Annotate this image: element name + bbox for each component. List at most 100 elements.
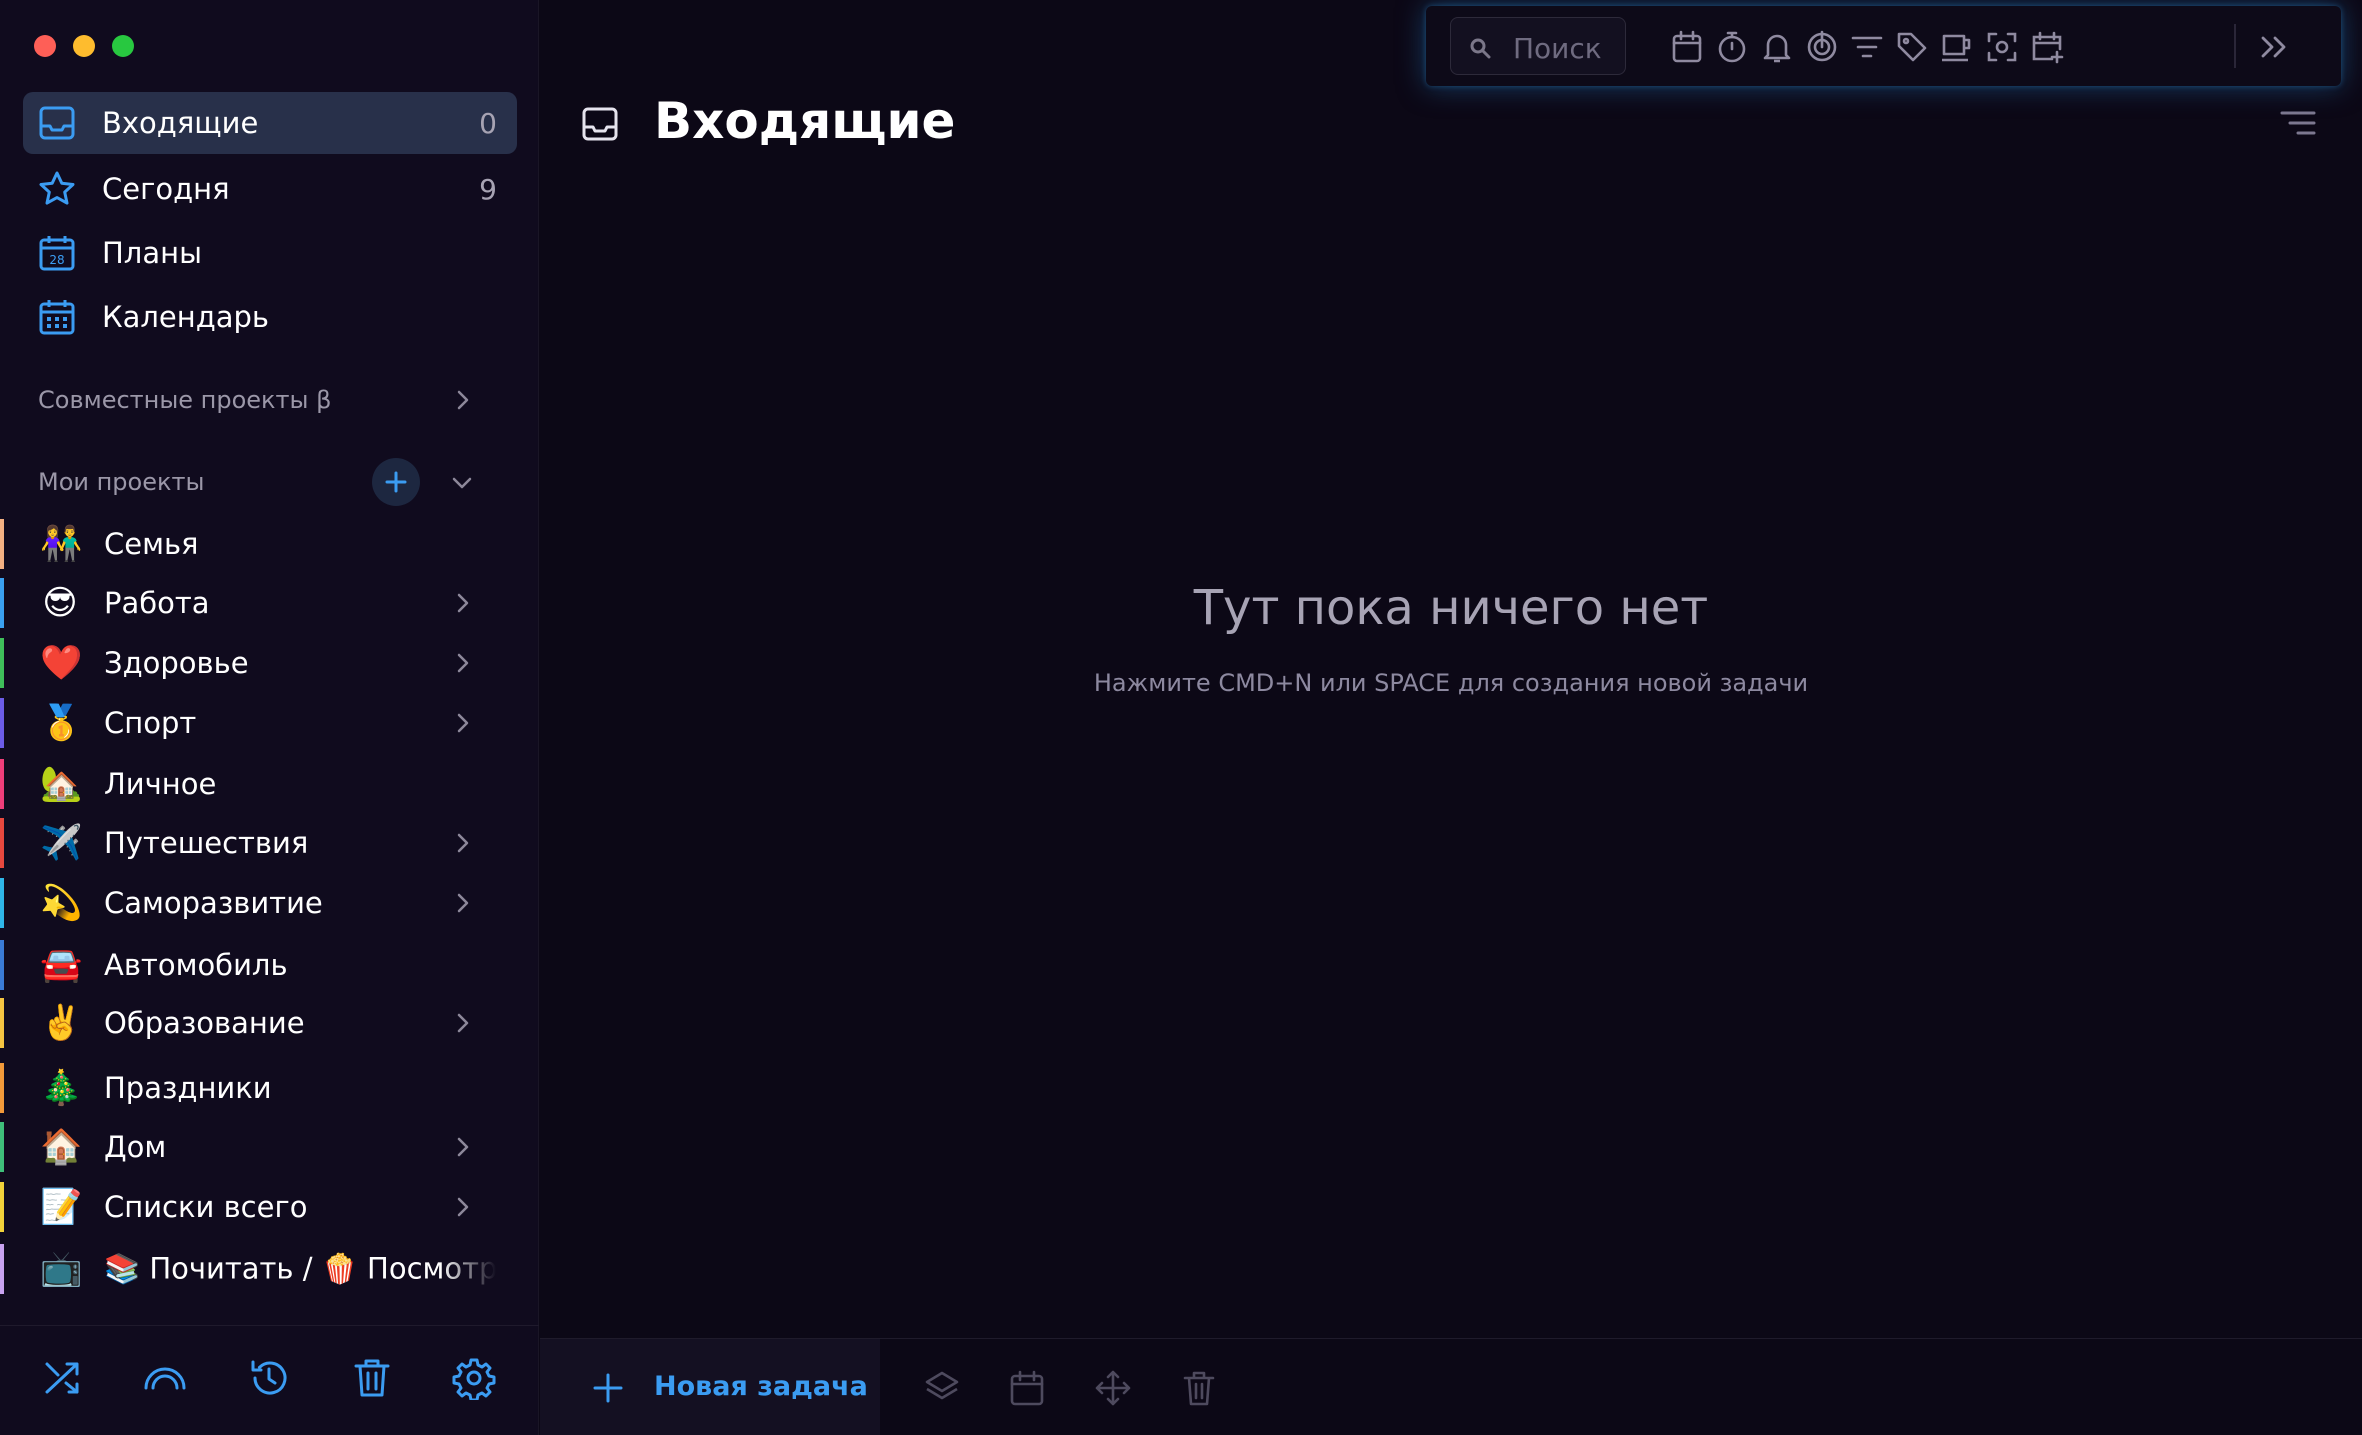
memo-emoji-icon: 📝 (40, 1187, 83, 1227)
nav-item-inbox[interactable]: Входящие 0 (23, 92, 517, 154)
tv-emoji-icon: 📺 (40, 1249, 83, 1289)
plus-icon (592, 1372, 624, 1404)
layers-icon[interactable] (923, 1369, 961, 1407)
trash-icon[interactable] (350, 1356, 394, 1400)
project-color-bar (0, 759, 4, 809)
nav-label: Сегодня (102, 172, 230, 206)
project-item-self-development[interactable]: 💫 Саморазвитие (0, 874, 520, 932)
shared-projects-label[interactable]: Совместные проекты β (38, 386, 331, 414)
project-color-bar (0, 638, 4, 688)
chevron-right-icon[interactable] (451, 652, 473, 674)
empty-state-title: Тут пока ничего нет (1193, 580, 1709, 636)
sidebar: Входящие 0 Сегодня 9 28 Планы Календарь … (0, 0, 539, 1435)
project-item-travel[interactable]: ✈️ Путешествия (0, 814, 520, 872)
project-color-bar (0, 818, 4, 868)
minimize-window-button[interactable] (73, 35, 95, 57)
chevron-right-icon[interactable] (451, 1136, 473, 1158)
sort-options-icon[interactable] (2278, 108, 2318, 140)
search-input[interactable]: Поиск (1450, 17, 1626, 75)
project-label: Семья (104, 527, 199, 561)
star-icon (37, 169, 77, 209)
chevron-right-icon[interactable] (451, 892, 473, 914)
project-label: Дом (104, 1130, 167, 1164)
house-garden-emoji-icon: 🏡 (40, 764, 83, 804)
bell-icon[interactable] (1760, 30, 1794, 64)
nav-count: 9 (479, 172, 497, 206)
toolbar-separator (2234, 24, 2236, 68)
house-emoji-icon: 🏠 (40, 1127, 83, 1167)
project-label: Личное (104, 767, 217, 801)
chevron-right-icon[interactable] (451, 832, 473, 854)
window-controls (34, 35, 134, 57)
project-item-health[interactable]: ❤️ Здоровье (0, 634, 520, 692)
focus-icon[interactable] (1985, 30, 2019, 64)
chevron-right-icon[interactable] (451, 1012, 473, 1034)
chevron-right-icon[interactable] (451, 389, 473, 411)
coffee-icon[interactable] (1940, 30, 1974, 64)
text-fade (440, 1240, 520, 1298)
rainbow-icon[interactable] (143, 1356, 187, 1400)
new-task-button[interactable]: Новая задача (540, 1339, 880, 1435)
trash-icon[interactable] (1180, 1369, 1218, 1407)
nav-item-plans[interactable]: 28 Планы (23, 222, 517, 284)
project-item-work[interactable]: 😎 Работа (0, 574, 520, 632)
timer-icon[interactable] (1715, 30, 1749, 64)
inbox-icon (580, 104, 620, 144)
project-label: Праздники (104, 1071, 272, 1105)
christmas-tree-emoji-icon: 🎄 (40, 1068, 83, 1108)
victory-hand-emoji-icon: ✌️ (40, 1003, 83, 1043)
airplane-emoji-icon: ✈️ (40, 823, 83, 863)
chevron-right-icon[interactable] (451, 592, 473, 614)
dizzy-star-emoji-icon: 💫 (40, 883, 83, 923)
add-project-button[interactable] (372, 458, 420, 506)
nav-item-today[interactable]: Сегодня 9 (23, 158, 517, 220)
history-icon[interactable] (247, 1356, 291, 1400)
project-color-bar (0, 1182, 4, 1232)
expand-icon[interactable] (2257, 30, 2291, 64)
search-icon (1469, 37, 1491, 59)
project-item-read-watch[interactable]: 📺 📚 Почитать / 🍿 Посмотреть (0, 1240, 520, 1298)
project-item-holidays[interactable]: 🎄 Праздники (0, 1059, 520, 1117)
filter-icon[interactable] (1850, 30, 1884, 64)
calendar-icon[interactable] (1008, 1369, 1046, 1407)
car-emoji-icon: 🚘 (40, 945, 83, 985)
project-label: Автомобиль (104, 948, 288, 982)
settings-icon[interactable] (452, 1356, 496, 1400)
chevron-right-icon[interactable] (451, 1196, 473, 1218)
zoom-window-button[interactable] (112, 35, 134, 57)
project-item-sport[interactable]: 🥇 Спорт (0, 694, 520, 752)
nav-label: Планы (102, 236, 202, 270)
move-icon[interactable] (1094, 1369, 1132, 1407)
chevron-down-icon[interactable] (451, 472, 473, 494)
project-label: Путешествия (104, 826, 309, 860)
project-color-bar (0, 1122, 4, 1172)
project-item-car[interactable]: 🚘 Автомобиль (0, 936, 520, 994)
chevron-right-icon[interactable] (451, 712, 473, 734)
shuffle-icon[interactable] (41, 1356, 85, 1400)
project-color-bar (0, 519, 4, 569)
project-label: Здоровье (104, 646, 249, 680)
main-area: Входящие Поиск Тут пока ничего нет Нажми… (540, 0, 2362, 1435)
svg-text:28: 28 (49, 253, 64, 267)
project-item-personal[interactable]: 🏡 Личное (0, 755, 520, 813)
project-color-bar (0, 878, 4, 928)
tag-icon[interactable] (1895, 30, 1929, 64)
project-item-family[interactable]: 👫 Семья (0, 515, 520, 573)
calendar-grid-icon (37, 297, 77, 337)
quick-toolbar: Поиск (1426, 6, 2341, 86)
add-calendar-icon[interactable] (2030, 30, 2064, 64)
my-projects-label: Мои проекты (38, 468, 205, 496)
empty-state-subtitle: Нажмите CMD+N или SPACE для создания нов… (1093, 669, 1809, 697)
project-label: Работа (104, 586, 210, 620)
medal-emoji-icon: 🥇 (40, 703, 83, 743)
project-item-home[interactable]: 🏠 Дом (0, 1118, 520, 1176)
project-item-education[interactable]: ✌️ Образование (0, 994, 520, 1052)
nav-item-calendar[interactable]: Календарь (23, 286, 517, 348)
nav-label: Входящие (102, 106, 259, 140)
close-window-button[interactable] (34, 35, 56, 57)
pomodoro-icon[interactable] (1805, 30, 1839, 64)
project-color-bar (0, 1063, 4, 1113)
calendar-icon[interactable] (1670, 30, 1704, 64)
nav-count: 0 (479, 106, 497, 140)
project-item-lists[interactable]: 📝 Списки всего (0, 1178, 520, 1236)
